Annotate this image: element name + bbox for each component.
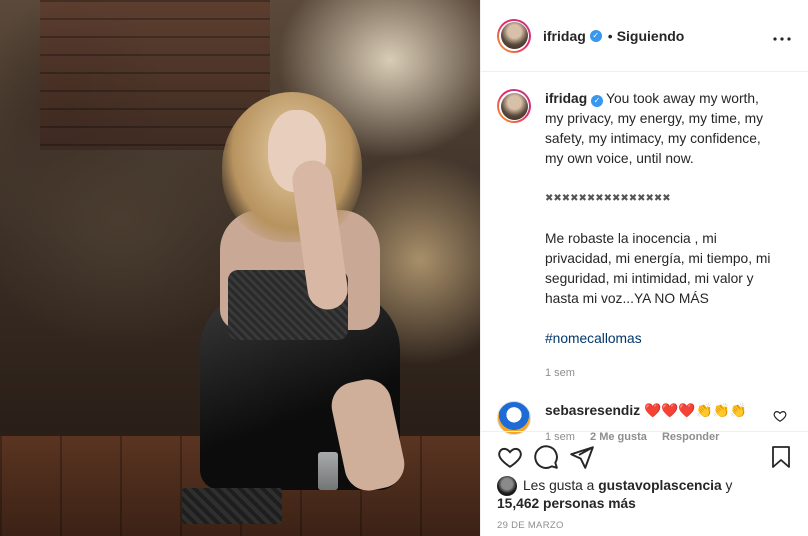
caption-time[interactable]: 1 sem [545, 363, 781, 383]
share-icon[interactable] [569, 444, 595, 470]
comment-heart-icon[interactable] [773, 409, 787, 423]
bookmark-icon[interactable] [769, 444, 793, 470]
heart-icon[interactable] [497, 444, 523, 470]
likes-conj: y [725, 478, 733, 493]
instagram-post-modal: ifridag ✓ • Siguiendo ifridag ✓ You took … [0, 0, 808, 536]
caption-text: ifridag ✓ You took away my worth, my priv… [545, 89, 781, 383]
action-bar [481, 431, 808, 481]
post-side-panel: ifridag ✓ • Siguiendo ifridag ✓ You took … [480, 0, 808, 536]
avatar-image [500, 22, 528, 49]
comment-text: ❤️❤️❤️👏👏👏 [643, 403, 748, 418]
more-icon[interactable] [772, 26, 792, 47]
likes-summary: Les gusta a gustavoplascencia y 15,462 p… [497, 476, 732, 514]
commenter-username[interactable]: sebasresendiz [545, 403, 640, 418]
liker-avatar[interactable] [497, 476, 517, 496]
avatar-image [500, 92, 528, 120]
verified-icon: ✓ [589, 29, 602, 42]
caption-username[interactable]: ifridag [545, 91, 587, 106]
separator-dot: • [607, 27, 613, 44]
hashtag-link[interactable]: #nomecallomas [545, 329, 781, 349]
post-header: ifridag ✓ • Siguiendo [481, 0, 808, 72]
caption-spanish: Me robaste la inocencia , mi privacidad,… [545, 231, 771, 306]
author-avatar[interactable] [497, 18, 531, 53]
post-date[interactable]: 29 DE MARZO [497, 520, 564, 531]
commenter-avatar[interactable] [497, 401, 531, 435]
glass-bottle [318, 452, 338, 490]
likes-count[interactable]: 15,462 personas más [497, 494, 732, 514]
comment-line: sebasresendiz ❤️❤️❤️👏👏👏 [545, 401, 747, 421]
jewel-box [182, 488, 282, 524]
caption-separator: ✖✖✖✖✖✖✖✖✖✖✖✖✖✖✖ [545, 193, 671, 204]
post-photo[interactable] [0, 0, 480, 536]
caption-paragraph: ifridag ✓ You took away my worth, my priv… [545, 89, 781, 169]
likes-prefix: Les gusta a [523, 478, 595, 493]
comments-section: ifridag ✓ You took away my worth, my priv… [481, 73, 808, 443]
follow-button[interactable]: Siguiendo [617, 28, 685, 44]
liker-username[interactable]: gustavoplascencia [598, 476, 721, 496]
caption-avatar[interactable] [497, 89, 531, 123]
author-username[interactable]: ifridag [543, 28, 586, 44]
comment-icon[interactable] [533, 444, 559, 470]
caption: ifridag ✓ You took away my worth, my priv… [497, 89, 793, 383]
verified-icon: ✓ [591, 95, 604, 107]
